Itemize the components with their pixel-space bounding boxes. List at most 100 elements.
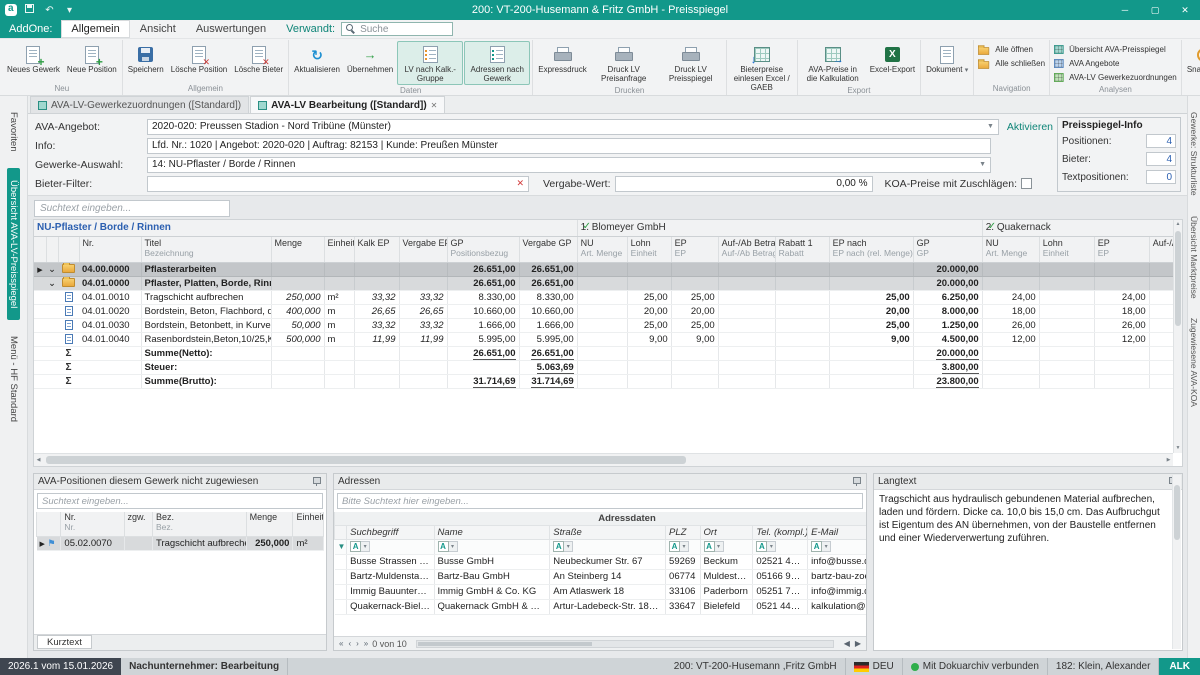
ribbon-button-bieterpreise-einlesen-excel-gaeb[interactable]: Bieterpreise einlesen Excel / GAEB [729, 41, 795, 94]
koa-checkbox[interactable] [1021, 178, 1032, 189]
ribbon-button-expressdruck[interactable]: Expressdruck [535, 41, 589, 85]
document-tab-ava-lv-gewerkezuordnungen-standard[interactable]: AVA-LV-Gewerkezuordnungen ([Standard]) [30, 96, 249, 113]
price-row[interactable]: 04.01.0030Bordstein, Betonbett, in Kurve… [34, 318, 1174, 332]
dock-tab-übersicht-marktpreise[interactable]: Übersicht Marktpreise [1189, 212, 1199, 303]
filter-cell-name[interactable]: A▾ [434, 539, 550, 554]
column-header-nr[interactable]: Nr. [79, 236, 141, 262]
ribbon-button-alle-öffnen[interactable]: Alle öffnen [976, 43, 1047, 56]
unassigned-search-input[interactable]: Suchtext eingeben... [37, 493, 323, 509]
previous-page-button[interactable]: ‹ [347, 639, 352, 648]
ribbon-button-ava-angebote[interactable]: AVA Angebote [1052, 57, 1179, 70]
ribbon-button-adressen-nach-gewerk[interactable]: Adressen nach Gewerk [464, 41, 530, 85]
column-header-b2-lohn[interactable]: LohnEinheit [1039, 236, 1094, 262]
next-page-button[interactable]: › [355, 639, 360, 648]
address-hscrollbar[interactable] [416, 640, 834, 648]
filter-cell-ort[interactable]: A▾ [700, 539, 753, 554]
dock-tab-favoriten[interactable]: Favoriten [8, 104, 19, 160]
column-header-b1-ep-nach[interactable]: EP nachEP nach (rel. Menge) [829, 236, 913, 262]
filter-cell-tel-kompl[interactable]: A▾ [753, 539, 808, 554]
filter-cell-plz[interactable]: A▾ [666, 539, 701, 554]
price-row[interactable]: 04.01.0040Rasenbordstein,Beton,10/25,Kie… [34, 332, 1174, 346]
ava-angebot-select[interactable]: 2020-020: Preussen Stadion - Nord Tribün… [147, 119, 999, 135]
dock-tab-zugewiesene-ava-koa[interactable]: Zugewiesene AVA-KOA [1189, 314, 1199, 411]
column-header-name[interactable]: Name [434, 525, 550, 539]
price-row[interactable]: 04.01.0020Bordstein, Beton, Flachbord, d… [34, 304, 1174, 318]
ribbon-button-alle-schließen[interactable]: Alle schließen [976, 57, 1047, 70]
menu-tab-auswertungen[interactable]: Auswertungen [186, 20, 276, 38]
filter-cell-e-mail[interactable]: A▾ [808, 539, 867, 554]
scroll-right-icon[interactable]: ▶ [854, 639, 862, 648]
price-row[interactable]: 04.01.0010Tragschicht aufbrechen250,000m… [34, 290, 1174, 304]
column-header-einheit[interactable]: Einheit [293, 512, 324, 536]
filter-cell-straße[interactable]: A▾ [550, 539, 666, 554]
addone-menu-button[interactable]: AddOne: [0, 20, 61, 38]
ribbon-button-dokument[interactable]: Dokument ▾ [923, 41, 971, 83]
ribbon-button-speichern[interactable]: Speichern [125, 41, 167, 83]
menu-tab-allgemein[interactable]: Allgemein [61, 20, 129, 38]
scroll-down-icon[interactable]: ▼ [1174, 444, 1182, 453]
longtext-scrollbar-thumb[interactable] [1174, 485, 1180, 540]
bieter-filter-input[interactable]: ✕ [147, 176, 529, 192]
filter-funnel-cell[interactable]: ▼ [335, 539, 347, 554]
ribbon-button-übernehmen[interactable]: Übernehmen [344, 41, 396, 85]
price-row[interactable]: ΣSumme(Netto):26.651,0026.651,0020.000,0… [34, 346, 1174, 360]
column-header-vergabe-ep[interactable]: Vergabe EP [399, 236, 447, 262]
column-header-tel-kompl[interactable]: Tel. (kompl.) [753, 525, 808, 539]
column-header-zgw[interactable]: zgw. [124, 512, 152, 536]
ribbon-button-lösche-position[interactable]: Lösche Position [168, 41, 230, 83]
menu-search-input[interactable]: Suche [341, 22, 453, 36]
maximize-button[interactable]: ▢ [1140, 0, 1170, 20]
ribbon-button-übersicht-ava-preisspiegel[interactable]: Übersicht AVA-Preisspiegel [1052, 43, 1179, 56]
scroll-left-icon[interactable]: ◀ [34, 454, 43, 466]
column-header-ort[interactable]: Ort [700, 525, 753, 539]
column-header-b2-auf-ab[interactable]: Auf-/Ab Be [1149, 236, 1174, 262]
row-expander-cell[interactable]: ⌄ [46, 262, 58, 276]
vertical-scrollbar[interactable]: ▲ ▼ [1173, 220, 1182, 453]
column-header-b1-lohn[interactable]: LohnEinheit [627, 236, 671, 262]
ribbon-button-neues-gewerk[interactable]: Neues Gewerk [4, 41, 63, 83]
unassigned-row[interactable]: ▶ ⚑05.02.0070Tragschicht aufbrechen250,0… [37, 536, 324, 550]
ribbon-button-excel-export[interactable]: Excel-Export [867, 41, 918, 85]
column-header-bez[interactable]: Bez.Bez. [153, 512, 247, 536]
menu-tab-verwandt[interactable]: Verwandt: [276, 20, 339, 38]
price-row[interactable]: ΣSumme(Brutto):31.714,6931.714,6923.800,… [34, 374, 1174, 388]
minimize-button[interactable]: ─ [1110, 0, 1140, 20]
bidder-header-2[interactable]: ✓2. Quakernack [982, 220, 1174, 236]
pin-icon[interactable] [851, 476, 862, 487]
address-hscrollbar-thumb[interactable] [418, 642, 593, 646]
ribbon-button-lv-nach-kalk-gruppe[interactable]: LV nach Kalk.-Gruppe [397, 41, 463, 85]
pin-icon[interactable] [311, 476, 322, 487]
address-row[interactable]: Immig BauunternehmunImmig GmbH & Co. KGA… [335, 584, 868, 599]
column-header-vergabe-gp[interactable]: Vergabe GP [519, 236, 577, 262]
horizontal-scrollbar[interactable]: ◀ ▶ [34, 453, 1173, 466]
document-tab-ava-lv-bearbeitung-standard[interactable]: AVA-LV Bearbeitung ([Standard])✕ [250, 96, 445, 113]
ribbon-button-druck-lv-preisspiegel[interactable]: Druck LV Preisspiegel [658, 41, 724, 85]
dock-tab-übersicht-ava-lv-preisspiegel[interactable]: Übersicht AVA-LV-Preisspiegel [7, 168, 20, 320]
scroll-up-icon[interactable]: ▲ [1174, 220, 1182, 229]
column-header-straße[interactable]: Straße [550, 525, 666, 539]
ribbon-button-druck-lv-preisanfrage[interactable]: Druck LV Preisanfrage [591, 41, 657, 85]
language-segment[interactable]: DEU [846, 658, 903, 675]
last-page-button[interactable]: » [363, 639, 369, 648]
column-header-titel[interactable]: TitelBezeichnung [141, 236, 271, 262]
column-header-b1-ep[interactable]: EPEP [671, 236, 718, 262]
column-header-gp-positionsbezug[interactable]: GPPositionsbezug [447, 236, 519, 262]
column-header-plz[interactable]: PLZ [666, 525, 701, 539]
price-row[interactable]: ΣSteuer:5.063,693.800,00 [34, 360, 1174, 374]
column-header-b2-nu-menge[interactable]: NUArt. Menge [982, 236, 1039, 262]
clear-filter-icon[interactable]: ✕ [516, 178, 524, 189]
column-header-kalk-ep[interactable]: Kalk EP [354, 236, 399, 262]
filter-cell-suchbegriff[interactable]: A▾ [347, 539, 434, 554]
quick-save-button[interactable] [22, 4, 37, 16]
column-header-b1-gp[interactable]: GPGP [913, 236, 982, 262]
column-header-nr[interactable]: Nr.Nr. [61, 512, 124, 536]
first-page-button[interactable]: « [338, 639, 344, 648]
horizontal-scrollbar-thumb[interactable] [46, 456, 686, 464]
ribbon-button-aktualisieren[interactable]: Aktualisieren [291, 41, 343, 85]
column-header-menge[interactable]: Menge [271, 236, 324, 262]
longtext-scrollbar[interactable] [1172, 475, 1181, 649]
vertical-scrollbar-thumb[interactable] [1175, 231, 1181, 326]
column-header-menge[interactable]: Menge [246, 512, 293, 536]
column-header-e-mail[interactable]: E-Mail [808, 525, 867, 539]
column-header-b2-ep[interactable]: EPEP [1094, 236, 1149, 262]
